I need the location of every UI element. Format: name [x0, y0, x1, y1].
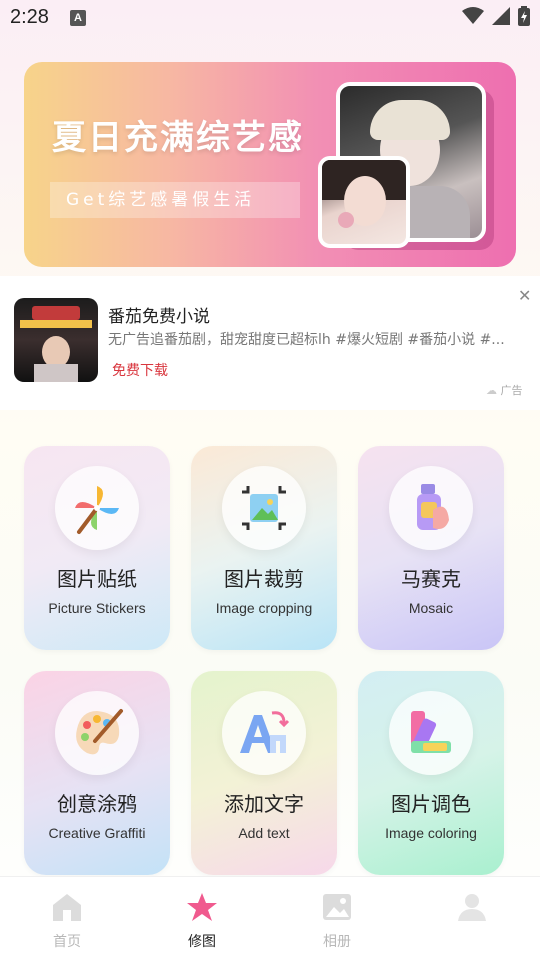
tool-title: 图片贴纸	[57, 567, 137, 591]
color-swatch-icon	[389, 691, 473, 775]
home-icon	[53, 894, 81, 921]
tool-image-coloring[interactable]: 图片调色 Image coloring	[358, 671, 504, 875]
tool-add-text[interactable]: 添加文字 Add text	[191, 671, 337, 875]
close-icon[interactable]: ✕	[518, 286, 531, 305]
banner-title: 夏日充满综艺感	[52, 118, 304, 158]
pinwheel-icon	[55, 466, 139, 550]
cloud-icon: ☁	[486, 384, 497, 397]
ad-label: ☁ 广告	[486, 382, 523, 398]
nav-label: 修图	[188, 934, 216, 950]
nav-album[interactable]: 相册	[297, 891, 377, 951]
nav-label: 相册	[323, 934, 351, 950]
status-time: 2:28	[10, 6, 49, 28]
ad-thumbnail	[14, 298, 98, 382]
banner-photo-small	[318, 156, 410, 248]
battery-icon	[518, 6, 530, 26]
ad-label-text: 广告	[500, 384, 523, 397]
signal-icon	[492, 7, 510, 25]
tool-title: 图片调色	[391, 792, 471, 816]
nav-profile[interactable]	[432, 891, 512, 931]
tool-subtitle: Add text	[238, 825, 290, 841]
tool-subtitle: Image coloring	[385, 825, 477, 841]
bottom-nav: 首页 修图 相册	[0, 876, 540, 960]
tool-title: 创意涂鸦	[57, 792, 137, 816]
status-bar: 2:28 A	[0, 0, 540, 36]
star-icon	[187, 893, 217, 921]
tool-title: 添加文字	[224, 792, 304, 816]
tool-subtitle: Mosaic	[408, 600, 454, 616]
ad-title: 番茄免费小说	[108, 307, 210, 327]
tool-title: 图片裁剪	[224, 567, 304, 591]
tool-creative-graffiti[interactable]: 创意涂鸦 Creative Graffiti	[24, 671, 170, 875]
album-icon	[323, 894, 351, 920]
ad-card[interactable]: 番茄免费小说 无广告追番茄剧，甜宠甜度已超标lh #爆火短剧 #番茄小说 #..…	[0, 276, 540, 410]
status-icons	[462, 6, 530, 26]
tool-subtitle: Image cropping	[215, 600, 313, 616]
notification-icon: A	[70, 10, 86, 26]
palette-icon	[55, 691, 139, 775]
crop-icon	[222, 466, 306, 550]
banner-subtitle: Get综艺感暑假生活	[50, 182, 300, 218]
promo-banner[interactable]: 夏日充满综艺感 Get综艺感暑假生活	[24, 62, 516, 267]
tool-subtitle: Picture Stickers	[48, 600, 146, 616]
spray-can-icon	[389, 466, 473, 550]
tool-picture-stickers[interactable]: 图片贴纸 Picture Stickers	[24, 446, 170, 650]
tool-image-cropping[interactable]: 图片裁剪 Image cropping	[191, 446, 337, 650]
text-icon	[222, 691, 306, 775]
tool-mosaic[interactable]: 马赛克 Mosaic	[358, 446, 504, 650]
nav-label: 首页	[53, 934, 81, 950]
ad-download-link[interactable]: 免费下载	[112, 360, 168, 380]
ad-description: 无广告追番茄剧，甜宠甜度已超标lh #爆火短剧 #番茄小说 #...	[108, 332, 505, 348]
tool-subtitle: Creative Graffiti	[48, 825, 146, 841]
nav-home[interactable]: 首页	[27, 891, 107, 951]
profile-icon	[458, 894, 486, 921]
wifi-icon	[462, 7, 484, 24]
nav-edit[interactable]: 修图	[162, 891, 242, 951]
tool-title: 马赛克	[401, 567, 461, 591]
